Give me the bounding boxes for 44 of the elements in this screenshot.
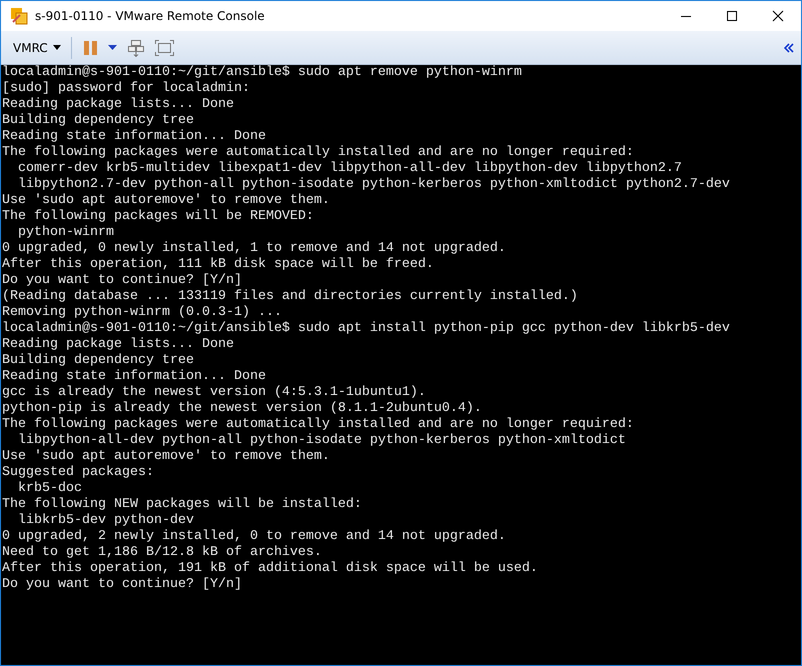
close-icon[interactable] bbox=[772, 10, 784, 22]
terminal-line: krb5-doc bbox=[17, 481, 82, 497]
terminal-line: comerr-dev krb5-multidev libexpat1-dev libpython-all-dev libpython-dev libpython2.7 bbox=[17, 161, 682, 177]
app-icon bbox=[10, 7, 28, 25]
terminal-line: gcc is already the newest version (4:5.3.1-1ubuntu1). bbox=[1, 385, 426, 401]
terminal-line: (Reading database ... 133119 files and directories currently installed.) bbox=[1, 289, 578, 305]
caret-icon[interactable] bbox=[108, 45, 117, 50]
terminal-screen[interactable] bbox=[1, 65, 801, 665]
caret-icon bbox=[52, 45, 61, 50]
terminal-line: Reading package lists... Done bbox=[1, 337, 234, 353]
terminal-line: After this operation, 191 kB of additional disk space will be used. bbox=[1, 561, 538, 577]
terminal-line: Use 'sudo apt autoremove' to remove them. bbox=[1, 449, 330, 465]
terminal-line: libpython-all-dev python-all python-isodate python-kerberos python-xmltodict bbox=[17, 433, 626, 449]
terminal-line: After this operation, 111 kB disk space will be freed. bbox=[1, 257, 434, 273]
terminal-line: Need to get 1,186 B/12.8 kB of archives. bbox=[1, 545, 322, 561]
terminal-line: libpython2.7-dev python-all python-isodate python-kerberos python-xmltodict python2.7-dev bbox=[17, 177, 730, 193]
terminal-line: Reading state information... Done bbox=[1, 369, 266, 385]
terminal-line: Reading package lists... Done bbox=[1, 97, 234, 113]
terminal-line: The following NEW packages will be installed: bbox=[1, 497, 362, 513]
send-keys-icon[interactable] bbox=[126, 38, 145, 56]
terminal-line: The following packages were automatically installed and are no longer required: bbox=[1, 145, 634, 161]
terminal-line: Suggested packages: bbox=[1, 465, 154, 481]
terminal-line: python-winrm bbox=[17, 225, 114, 241]
terminal-line: localadmin@s-901-0110:~/git/ansible$ sudo apt remove python-winrm bbox=[1, 65, 522, 81]
fullscreen-icon[interactable] bbox=[154, 40, 174, 56]
terminal-line: 0 upgraded, 2 newly installed, 0 to remove and 14 not upgraded. bbox=[1, 529, 506, 545]
terminal-line: Reading state information... Done bbox=[1, 129, 266, 145]
terminal-line: 0 upgraded, 0 newly installed, 1 to remove and 14 not upgraded. bbox=[1, 241, 506, 257]
window-title: s-901-0110 - VMware Remote Console bbox=[35, 9, 266, 23]
terminal-line: localadmin@s-901-0110:~/git/ansible$ sudo apt install python-pip gcc python-dev libkrb5-dev bbox=[1, 321, 730, 337]
vmrc-menu[interactable]: VMRC bbox=[13, 38, 61, 56]
terminal-line: Removing python-winrm (0.0.3-1) ... bbox=[1, 305, 282, 321]
maximize-icon[interactable] bbox=[726, 10, 738, 22]
terminal-line: The following packages were automatically installed and are no longer required: bbox=[1, 417, 634, 433]
terminal-line: Use 'sudo apt autoremove' to remove them. bbox=[1, 193, 330, 209]
collapse-icon[interactable] bbox=[784, 42, 794, 52]
terminal-line: Do you want to continue? [Y/n] bbox=[1, 577, 242, 593]
terminal-line: Building dependency tree bbox=[1, 113, 194, 129]
terminal-line: libkrb5-dev python-dev bbox=[17, 513, 194, 529]
terminal-line: Building dependency tree bbox=[1, 353, 194, 369]
terminal-line: python-pip is already the newest version (8.1.1-2ubuntu0.4). bbox=[1, 401, 482, 417]
terminal-line: [sudo] password for localadmin: bbox=[1, 81, 250, 97]
terminal-line: Do you want to continue? [Y/n] bbox=[1, 273, 242, 289]
terminal-line: The following packages will be REMOVED: bbox=[1, 209, 314, 225]
